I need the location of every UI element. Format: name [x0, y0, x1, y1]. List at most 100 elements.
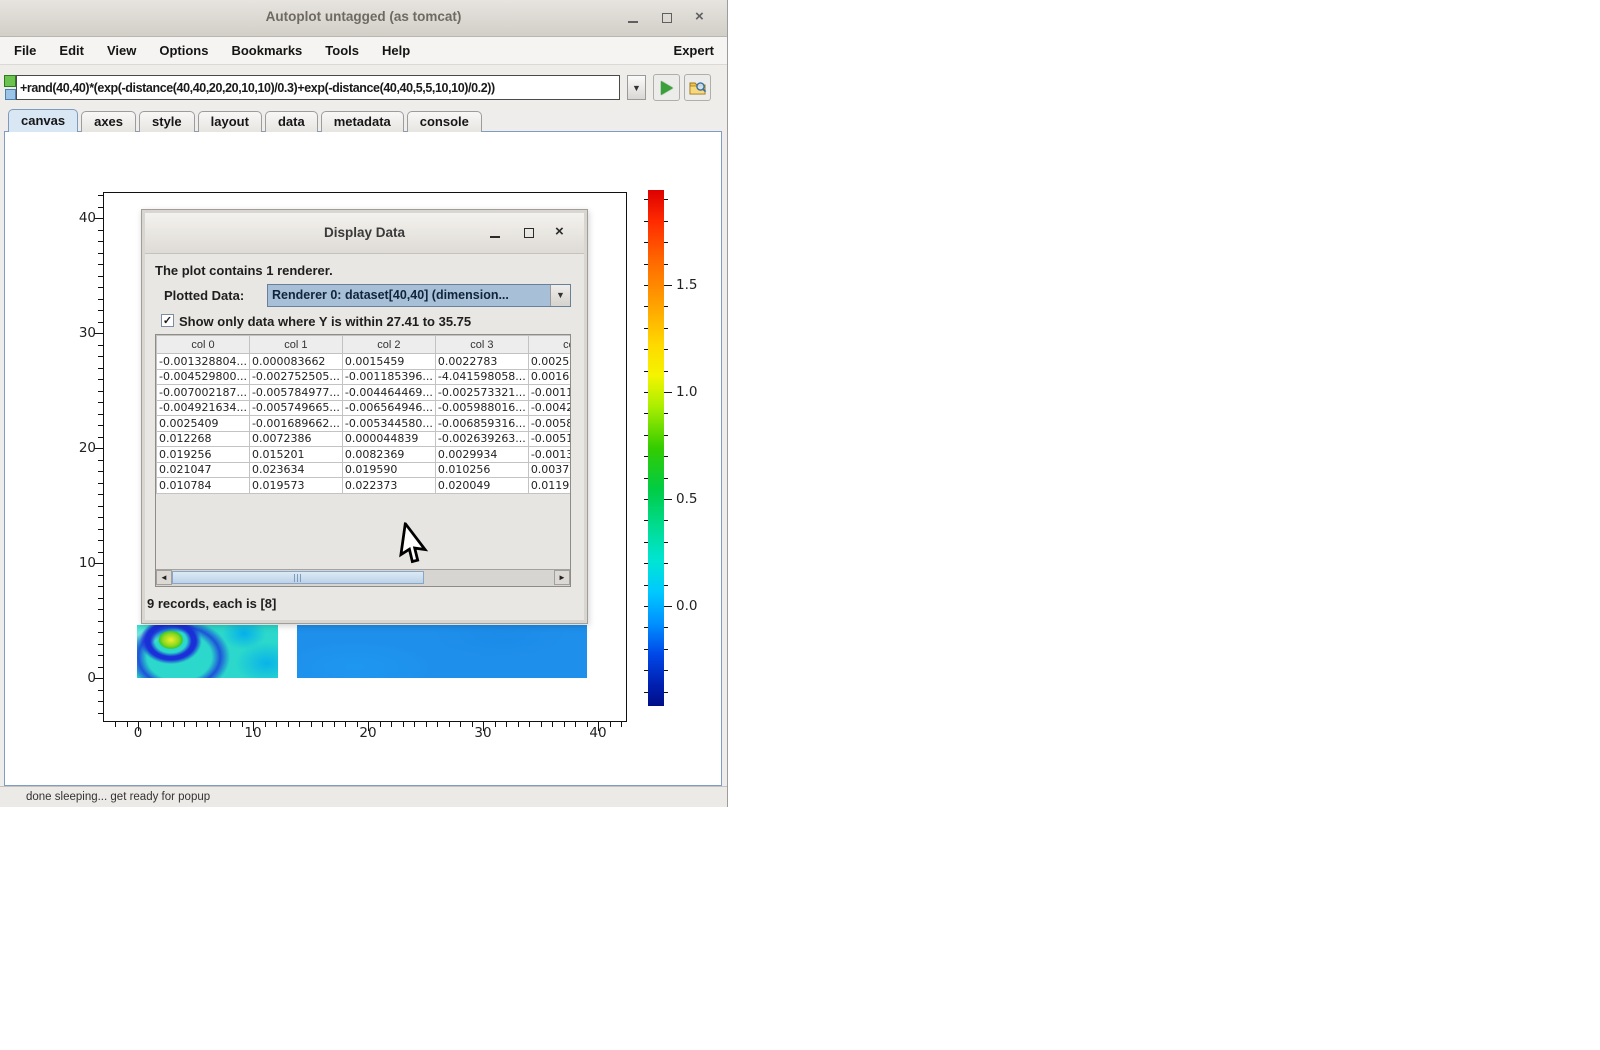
table-cell[interactable]: -0.001689662...	[249, 416, 342, 432]
table-cell[interactable]: -0.001185396...	[342, 369, 435, 385]
menu-item-bookmarks[interactable]: Bookmarks	[231, 43, 302, 58]
y-axis-tick	[98, 345, 103, 346]
horizontal-scrollbar[interactable]: ◄ ►	[156, 569, 570, 586]
table-cell[interactable]: -0.006859316...	[435, 416, 528, 432]
window-title: Autoplot untagged (as tomcat)	[0, 9, 727, 24]
table-cell[interactable]: -0.005988016...	[435, 400, 528, 416]
table-cell[interactable]: -0.002639263...	[435, 431, 528, 447]
tab-data[interactable]: data	[265, 111, 318, 132]
table-cell[interactable]: 0.0037721	[528, 462, 570, 478]
table-cell[interactable]: -0.006564946...	[342, 400, 435, 416]
table-cell[interactable]: 0.019256	[157, 447, 250, 463]
menu-item-tools[interactable]: Tools	[325, 43, 359, 58]
tab-console[interactable]: console	[407, 111, 482, 132]
dialog-titlebar[interactable]: Display Data ×	[145, 213, 584, 254]
menu-item-expert[interactable]: Expert	[674, 43, 714, 58]
table-cell[interactable]: 0.0072386	[249, 431, 342, 447]
table-cell[interactable]: 0.0025409	[157, 416, 250, 432]
table-cell[interactable]: -0.004529800...	[157, 369, 250, 385]
colorbar-tick	[664, 392, 672, 393]
table-cell[interactable]: 0.0022783	[435, 354, 528, 370]
menu-item-help[interactable]: Help	[382, 43, 410, 58]
table-cell[interactable]: 0.019573	[249, 478, 342, 494]
table-cell[interactable]: -0.004464469...	[342, 385, 435, 401]
table-cell[interactable]: -4.041598058...	[435, 369, 528, 385]
table-cell[interactable]: 0.0016608	[528, 369, 570, 385]
table-cell[interactable]: 0.0029934	[435, 447, 528, 463]
table-cell[interactable]: 0.021047	[157, 462, 250, 478]
colorbar	[648, 190, 664, 706]
y-axis-tick	[98, 356, 103, 357]
table-cell[interactable]: 0.011997	[528, 478, 570, 494]
table-header-cell[interactable]: col 1	[249, 336, 342, 354]
close-button[interactable]: ×	[692, 8, 712, 28]
table-row: 0.0122680.00723860.000044839-0.002639263…	[157, 431, 571, 447]
table-cell[interactable]: 0.0082369	[342, 447, 435, 463]
table-cell[interactable]: -0.001333864...	[528, 447, 570, 463]
menu-item-file[interactable]: File	[14, 43, 36, 58]
tab-style[interactable]: style	[139, 111, 195, 132]
table-header-cell[interactable]: col 4	[528, 336, 570, 354]
table-cell[interactable]: 0.010256	[435, 462, 528, 478]
y-axis-tick	[98, 701, 103, 702]
tab-layout[interactable]: layout	[198, 111, 262, 132]
table-cell[interactable]: -0.002752505...	[249, 369, 342, 385]
dialog-close-button[interactable]: ×	[552, 223, 572, 243]
colorbar-tick	[664, 499, 672, 500]
y-axis-tick	[98, 379, 103, 380]
table-cell[interactable]: 0.0015459	[342, 354, 435, 370]
table-cell[interactable]: -0.001199077...	[528, 385, 570, 401]
menu-item-edit[interactable]: Edit	[59, 43, 84, 58]
chevron-down-icon: ▼	[632, 83, 641, 93]
table-header-cell[interactable]: col 0	[157, 336, 250, 354]
table-cell[interactable]: -0.004294298...	[528, 400, 570, 416]
scrollbar-thumb[interactable]	[172, 571, 424, 584]
y-axis-tick	[98, 287, 103, 288]
uri-dropdown-button[interactable]: ▼	[627, 75, 646, 100]
table-header-cell[interactable]: col 2	[342, 336, 435, 354]
inspect-button[interactable]	[684, 74, 711, 101]
table-cell[interactable]: 0.015201	[249, 447, 342, 463]
dialog-minimize-button[interactable]	[485, 223, 505, 243]
y-axis-tick	[98, 552, 103, 553]
tab-canvas[interactable]: canvas	[8, 109, 78, 132]
table-cell[interactable]: -0.007002187...	[157, 385, 250, 401]
scroll-left-button[interactable]: ◄	[156, 570, 172, 585]
go-button[interactable]	[653, 74, 680, 101]
minimize-button[interactable]	[623, 8, 643, 28]
table-cell[interactable]: 0.012268	[157, 431, 250, 447]
records-count-text: 9 records, each is [8]	[147, 596, 276, 611]
table-cell[interactable]: -0.005344580...	[342, 416, 435, 432]
tab-metadata[interactable]: metadata	[321, 111, 404, 132]
y-axis-tick	[98, 276, 103, 277]
maximize-button[interactable]	[657, 8, 677, 28]
menu-item-view[interactable]: View	[107, 43, 136, 58]
table-cell[interactable]: 0.000044839	[342, 431, 435, 447]
tab-axes[interactable]: axes	[81, 111, 136, 132]
table-cell[interactable]: 0.020049	[435, 478, 528, 494]
table-cell[interactable]: 0.010784	[157, 478, 250, 494]
table-row: -0.001328804...0.0000836620.00154590.002…	[157, 354, 571, 370]
filter-checkbox[interactable]: ✓	[161, 314, 174, 327]
colorbar-tick	[664, 563, 668, 564]
y-axis-tick	[98, 690, 103, 691]
table-cell[interactable]: 0.000083662	[249, 354, 342, 370]
table-cell[interactable]: -0.002573321...	[435, 385, 528, 401]
table-cell[interactable]: -0.005872606...	[528, 416, 570, 432]
table-cell[interactable]: -0.005749665...	[249, 400, 342, 416]
table-cell[interactable]: 0.0025660	[528, 354, 570, 370]
table-cell[interactable]: 0.023634	[249, 462, 342, 478]
table-cell[interactable]: 0.022373	[342, 478, 435, 494]
window-titlebar[interactable]: Autoplot untagged (as tomcat) ×	[0, 0, 727, 37]
uri-input[interactable]	[16, 75, 620, 100]
table-cell[interactable]: 0.019590	[342, 462, 435, 478]
table-cell[interactable]: -0.004921634...	[157, 400, 250, 416]
dialog-maximize-button[interactable]	[519, 223, 539, 243]
table-cell[interactable]: -0.001328804...	[157, 354, 250, 370]
table-header-cell[interactable]: col 3	[435, 336, 528, 354]
plotted-data-combobox[interactable]: Renderer 0: dataset[40,40] (dimension...…	[267, 284, 571, 307]
table-cell[interactable]: -0.005784977...	[249, 385, 342, 401]
table-cell[interactable]: -0.005146240...	[528, 431, 570, 447]
menu-item-options[interactable]: Options	[159, 43, 208, 58]
scroll-right-button[interactable]: ►	[554, 570, 570, 585]
